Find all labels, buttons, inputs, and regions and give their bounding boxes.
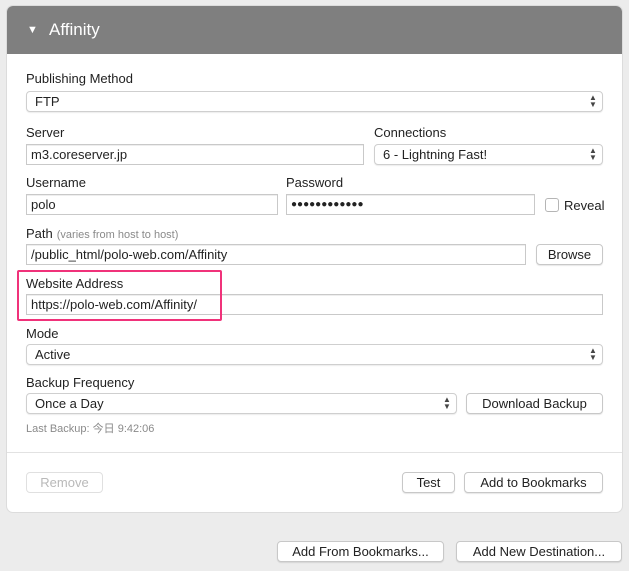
server-input[interactable]: m3.coreserver.jp bbox=[26, 144, 364, 165]
path-label-row: Path (varies from host to host) bbox=[26, 226, 178, 241]
add-to-bookmarks-button[interactable]: Add to Bookmarks bbox=[464, 472, 603, 493]
publishing-method-value: FTP bbox=[35, 94, 60, 109]
path-input[interactable]: /public_html/polo-web.com/Affinity bbox=[26, 244, 526, 265]
panel-header[interactable]: ▼ Affinity bbox=[7, 6, 622, 54]
password-label: Password bbox=[286, 175, 344, 190]
updown-chevron-icon: ▲ ▼ bbox=[589, 93, 597, 109]
mode-select[interactable]: Active ▲ ▼ bbox=[26, 344, 603, 365]
path-hint: (varies from host to host) bbox=[56, 229, 179, 241]
updown-chevron-icon: ▲ ▼ bbox=[589, 146, 597, 162]
updown-chevron-icon: ▲ ▼ bbox=[443, 395, 451, 411]
reveal-label[interactable]: Reveal bbox=[564, 198, 604, 213]
reveal-checkbox[interactable] bbox=[545, 198, 559, 212]
panel-title: Affinity bbox=[49, 20, 100, 39]
publishing-method-select[interactable]: FTP ▲ ▼ bbox=[26, 91, 603, 112]
mode-label: Mode bbox=[26, 326, 59, 341]
connections-value: 6 - Lightning Fast! bbox=[383, 147, 488, 162]
backup-frequency-select[interactable]: Once a Day ▲ ▼ bbox=[26, 393, 457, 414]
username-label: Username bbox=[26, 175, 86, 190]
mode-value: Active bbox=[35, 347, 71, 362]
password-input[interactable]: ●●●●●●●●●●●● bbox=[286, 194, 535, 215]
username-input[interactable]: polo bbox=[26, 194, 278, 215]
path-label: Path bbox=[26, 226, 53, 241]
publishing-method-label: Publishing Method bbox=[26, 71, 133, 86]
browse-button[interactable]: Browse bbox=[536, 244, 603, 265]
website-address-highlight bbox=[17, 270, 222, 321]
download-backup-button[interactable]: Download Backup bbox=[466, 393, 603, 414]
connections-select[interactable]: 6 - Lightning Fast! ▲ ▼ bbox=[374, 144, 603, 165]
backup-frequency-label: Backup Frequency bbox=[26, 375, 135, 390]
disclosure-triangle-down-icon[interactable]: ▼ bbox=[27, 24, 41, 36]
remove-button[interactable]: Remove bbox=[26, 472, 103, 493]
test-button[interactable]: Test bbox=[402, 472, 455, 493]
last-backup-text: Last Backup: 今日 9:42:06 bbox=[26, 423, 155, 435]
updown-chevron-icon: ▲ ▼ bbox=[589, 346, 597, 362]
add-from-bookmarks-button[interactable]: Add From Bookmarks... bbox=[277, 541, 444, 562]
panel-separator bbox=[7, 452, 622, 453]
destination-panel: ▼ Affinity Publishing Method FTP ▲ ▼ Serv… bbox=[7, 6, 622, 512]
server-label: Server bbox=[26, 125, 65, 140]
add-new-destination-button[interactable]: Add New Destination... bbox=[456, 541, 622, 562]
backup-frequency-value: Once a Day bbox=[35, 396, 104, 411]
connections-label: Connections bbox=[374, 125, 447, 140]
